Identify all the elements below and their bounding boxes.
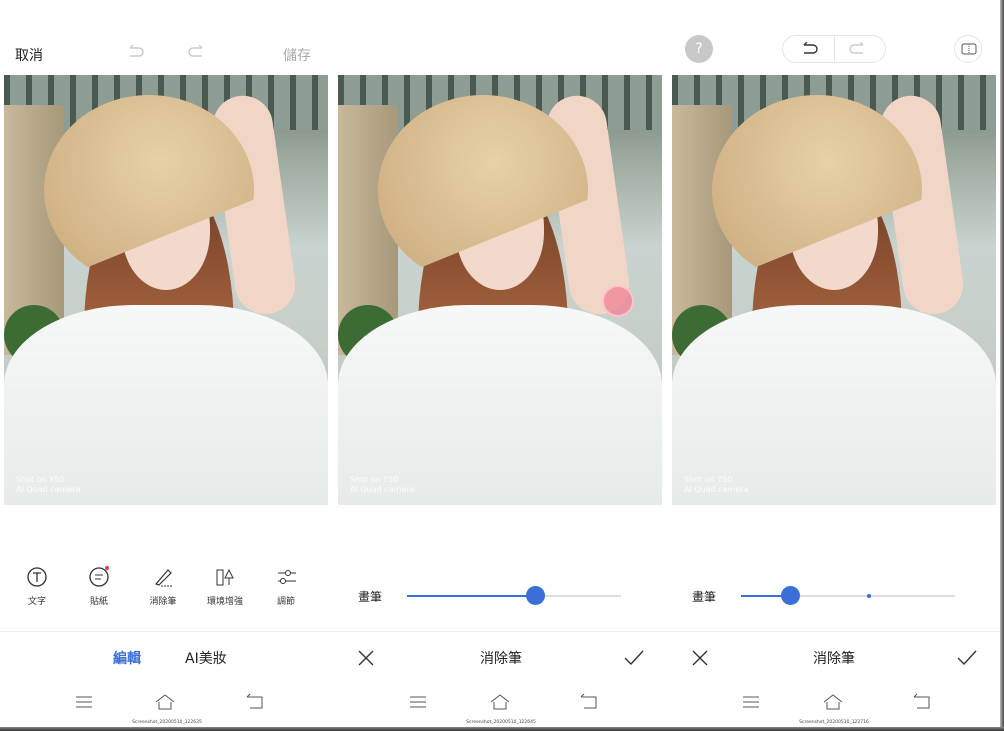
watermark: Shot on Y50 AI Quad camera bbox=[16, 475, 81, 494]
editor-panel: 取消 儲存 Shot on Y50 AI Quad camera 文字 貼紙 消除… bbox=[0, 0, 334, 727]
compare-button[interactable] bbox=[954, 35, 982, 63]
save-button[interactable]: 儲存 bbox=[283, 45, 311, 65]
menu-icon[interactable] bbox=[408, 692, 428, 712]
redo-icon[interactable] bbox=[849, 42, 867, 58]
eraser-panel: Shot on Y50 AI Quad camera 畫筆 消除筆 Screens… bbox=[334, 0, 668, 727]
tool-title: 消除筆 bbox=[480, 651, 522, 667]
slider-knob[interactable] bbox=[526, 586, 546, 605]
slider-knob[interactable] bbox=[781, 586, 801, 605]
confirm-check-icon[interactable] bbox=[624, 650, 644, 666]
watermark: Shot on Y50 AI Quad camera bbox=[684, 475, 749, 494]
back-icon[interactable] bbox=[578, 692, 598, 712]
slider-marker bbox=[867, 594, 872, 598]
undo-redo-group bbox=[782, 35, 886, 63]
undo-icon[interactable] bbox=[126, 45, 144, 61]
brush-size-slider[interactable] bbox=[407, 586, 621, 605]
tool-title: 消除筆 bbox=[813, 651, 855, 667]
home-icon[interactable] bbox=[155, 692, 175, 712]
home-icon[interactable] bbox=[823, 692, 843, 712]
photo[interactable]: Shot on Y50 AI Quad camera bbox=[672, 75, 996, 505]
back-icon[interactable] bbox=[244, 692, 264, 712]
photo[interactable]: Shot on Y50 AI Quad camera bbox=[338, 75, 662, 505]
tab-ai-makeup[interactable]: AI美妝 bbox=[185, 648, 227, 668]
undo-icon[interactable] bbox=[800, 42, 818, 58]
brush-cursor bbox=[602, 285, 634, 317]
eraser-panel-applied: ? Shot on Y50 AI Quad camera 畫筆 消除筆 Scree… bbox=[668, 0, 1000, 727]
watermark: Shot on Y50 AI Quad camera bbox=[350, 475, 415, 494]
redo-icon[interactable] bbox=[188, 45, 206, 61]
confirm-check-icon[interactable] bbox=[957, 650, 977, 666]
help-button[interactable]: ? bbox=[685, 35, 713, 63]
screenshot-caption: Screenshot_20200510_122645 bbox=[466, 720, 536, 725]
brush-size-label: 畫筆 bbox=[358, 590, 383, 604]
menu-icon[interactable] bbox=[741, 692, 761, 712]
tool-adjust[interactable]: 調節 bbox=[258, 566, 314, 607]
eraser-pen-icon bbox=[154, 569, 173, 587]
tab-edit[interactable]: 編輯 bbox=[113, 648, 141, 668]
scene-enhance-icon bbox=[216, 568, 234, 586]
compare-icon bbox=[961, 43, 977, 55]
photo: Shot on Y50 AI Quad camera bbox=[4, 75, 328, 505]
screenshot-caption: Screenshot_20200510_122716 bbox=[799, 720, 869, 725]
brush-size-slider[interactable] bbox=[741, 586, 955, 605]
menu-icon[interactable] bbox=[74, 692, 94, 712]
tool-eraser-pen[interactable]: 消除筆 bbox=[135, 566, 191, 607]
brush-size-label: 畫筆 bbox=[692, 590, 717, 604]
tool-sticker[interactable]: 貼紙 bbox=[71, 566, 127, 607]
tool-text[interactable]: 文字 bbox=[9, 566, 65, 607]
text-icon bbox=[27, 567, 47, 587]
adjust-icon bbox=[278, 570, 296, 584]
screenshot-caption: Screenshot_20200510_122635 bbox=[132, 720, 202, 725]
cancel-button[interactable]: 取消 bbox=[15, 45, 43, 65]
sticker-icon bbox=[89, 566, 109, 587]
tool-scene-enhance[interactable]: 環境增強 bbox=[197, 566, 253, 607]
back-icon[interactable] bbox=[911, 692, 931, 712]
home-icon[interactable] bbox=[490, 692, 510, 712]
